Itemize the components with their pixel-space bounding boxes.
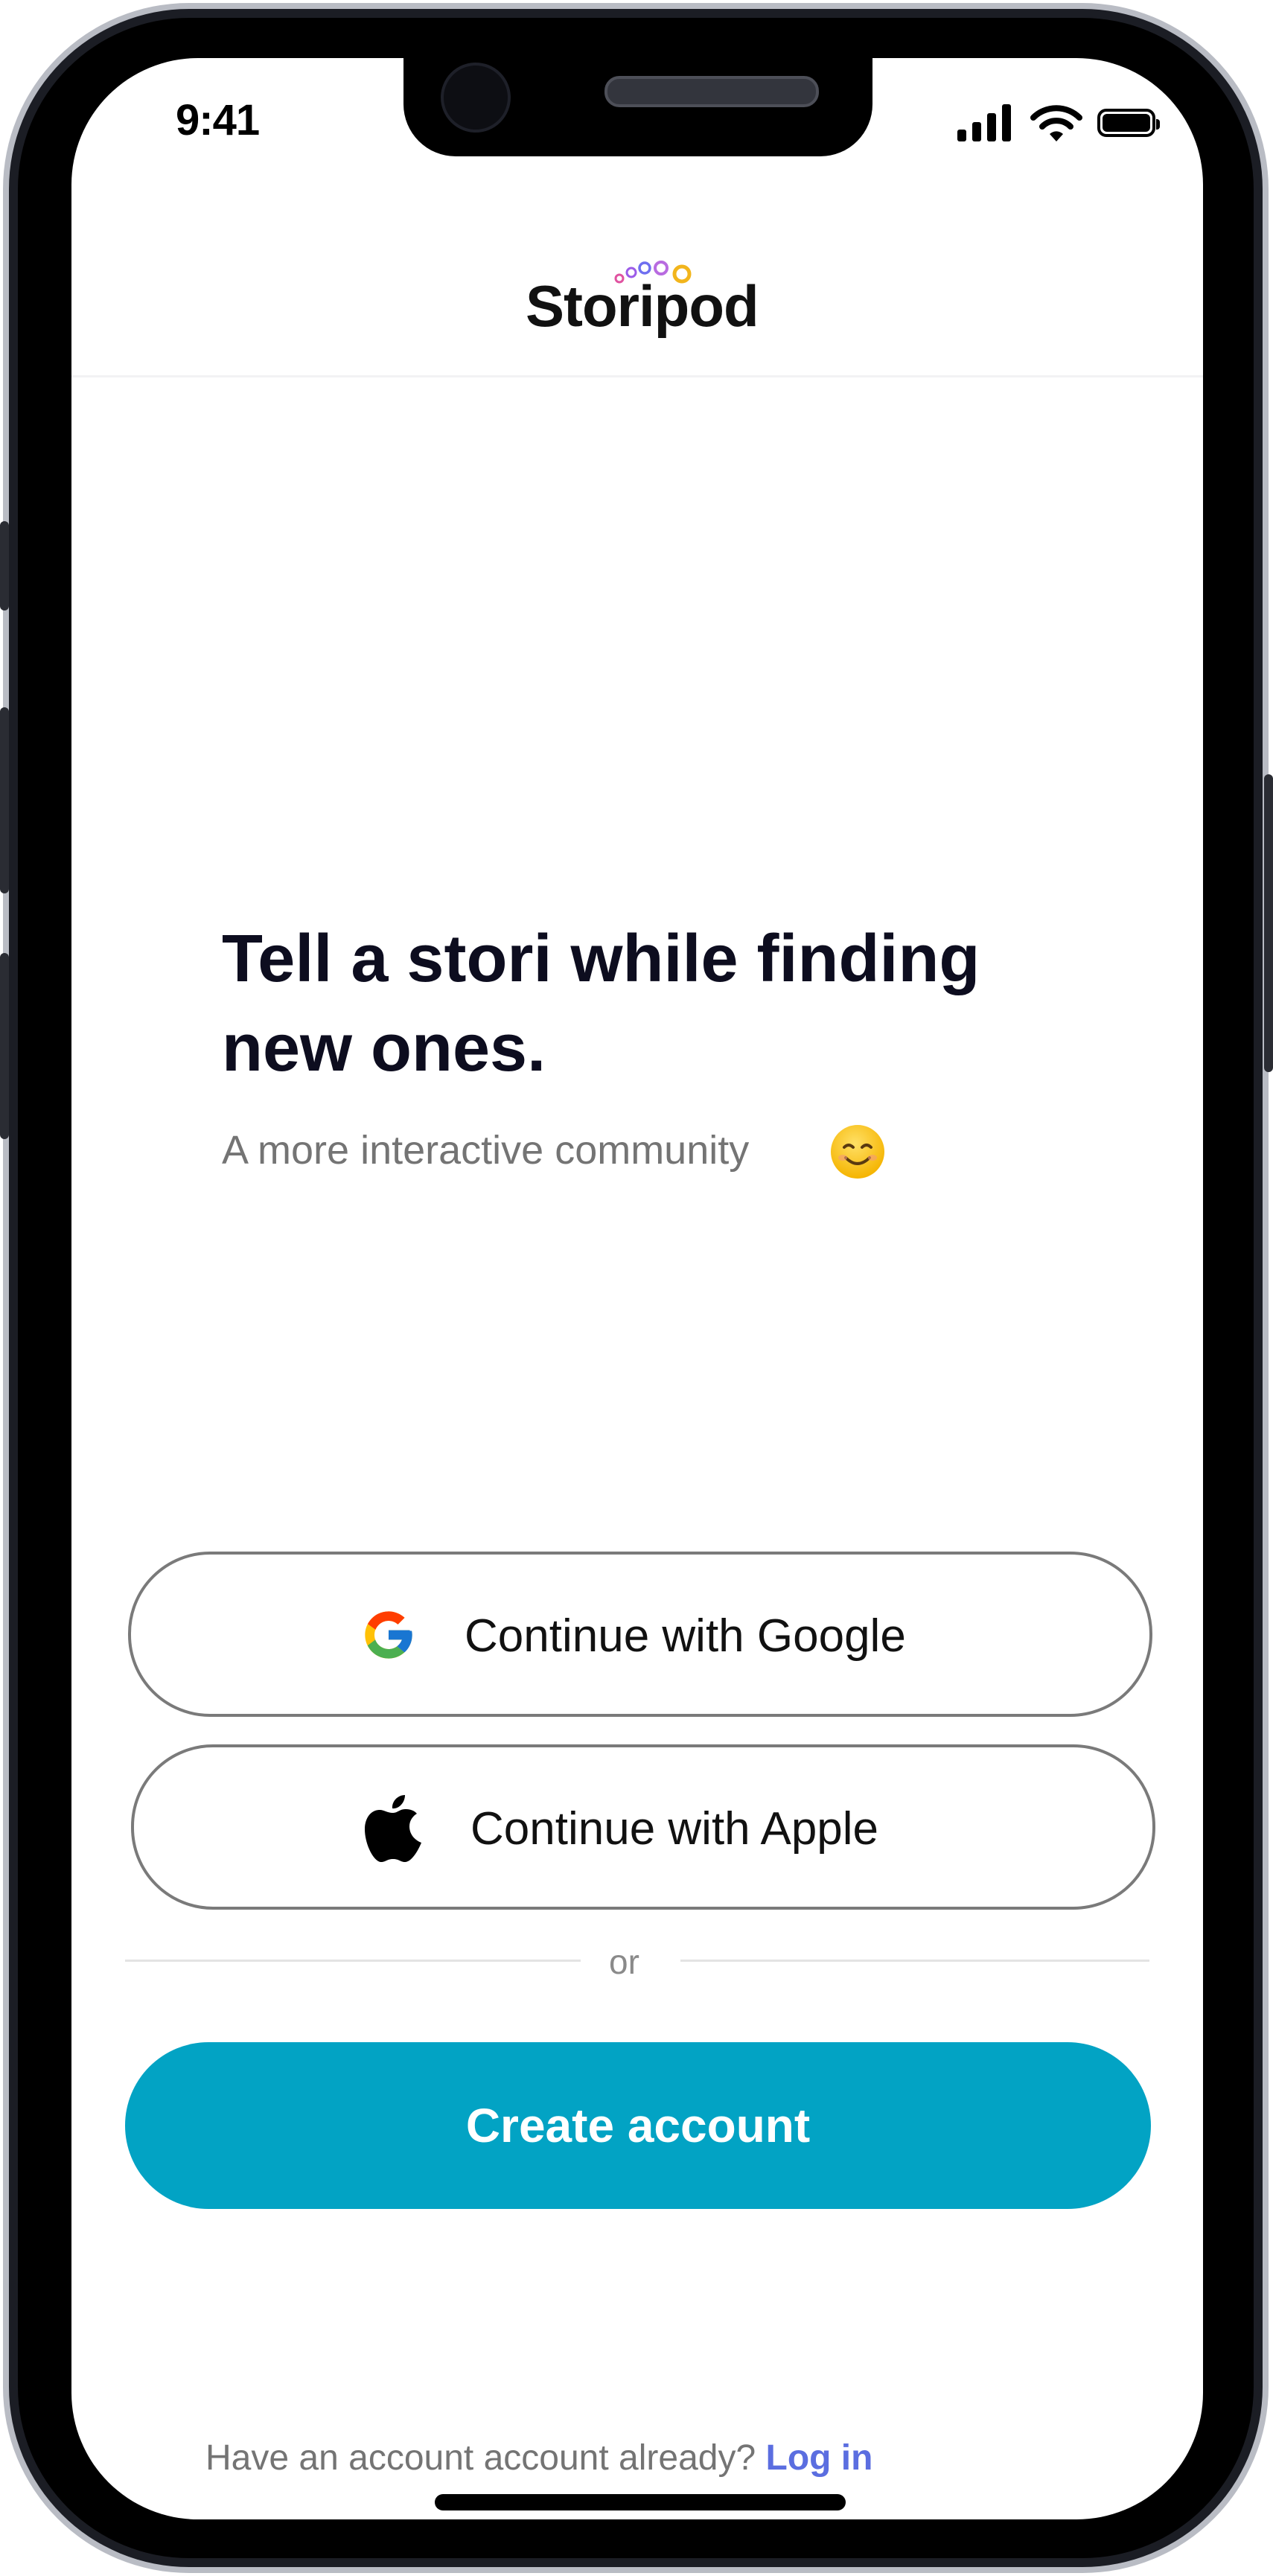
front-camera	[441, 63, 511, 133]
logo-dots-icon	[614, 261, 692, 284]
continue-with-google-button[interactable]: Continue with Google	[128, 1552, 1152, 1717]
apple-logo-icon	[365, 1795, 421, 1862]
wifi-icon	[1030, 105, 1082, 141]
hero-subtitle: A more interactive community	[222, 1128, 750, 1173]
home-indicator[interactable]	[435, 2494, 846, 2510]
login-prompt-text: Have an account account already?	[205, 2438, 756, 2478]
hero-headline: Tell a stori while finding new ones.	[222, 922, 980, 1085]
volume-down-button	[0, 953, 9, 1139]
power-button	[1264, 774, 1273, 1072]
google-logo-icon	[365, 1611, 412, 1659]
mute-switch	[0, 521, 9, 610]
login-link[interactable]: Log in	[766, 2438, 873, 2478]
earpiece-speaker	[604, 76, 819, 107]
apple-button-label: Continue with Apple	[470, 1803, 879, 1855]
google-button-label: Continue with Google	[465, 1610, 906, 1662]
divider-line-right	[680, 1960, 1149, 1962]
volume-up-button	[0, 707, 9, 893]
app-screen: Storipod 9:41 Tell a stori while finding…	[71, 58, 1203, 2519]
cellular-signal-icon	[957, 104, 1017, 141]
continue-with-apple-button[interactable]: Continue with Apple	[131, 1744, 1155, 1910]
create-account-button[interactable]: Create account	[125, 2042, 1151, 2209]
smiling-face-emoji-icon	[831, 1125, 884, 1179]
divider-line-left	[125, 1960, 581, 1962]
battery-icon	[1097, 109, 1160, 137]
login-prompt: Have an account account already? Log in	[205, 2438, 872, 2478]
divider-or-text: or	[609, 1942, 639, 1981]
status-time: 9:41	[176, 96, 260, 144]
